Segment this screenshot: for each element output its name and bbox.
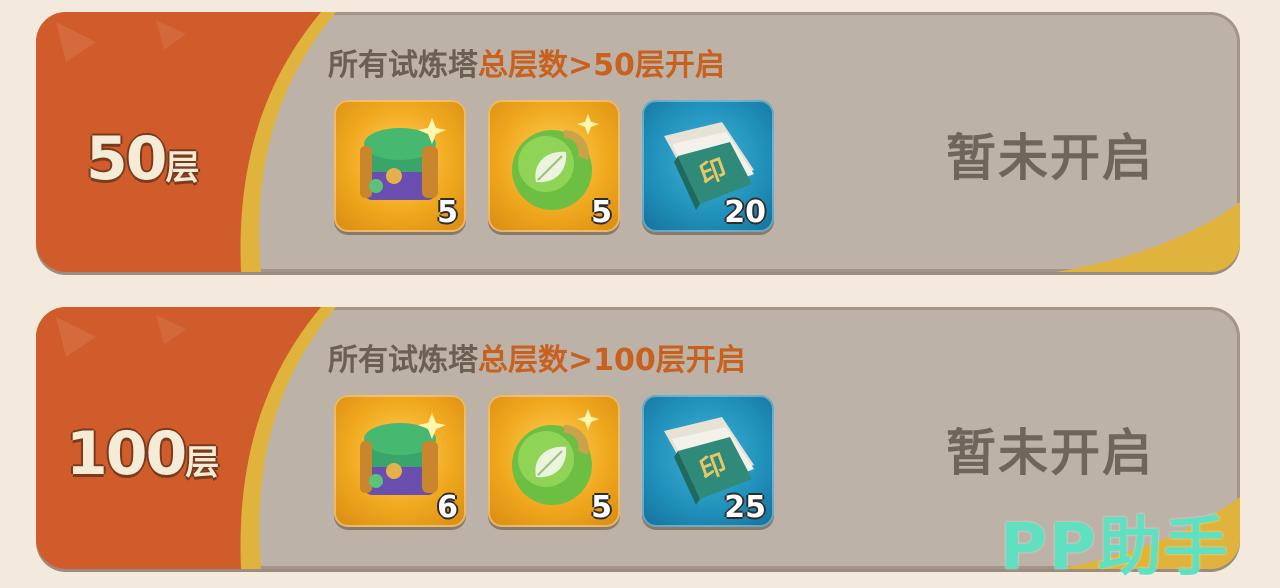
reward-list: 5 5 印 20 — [334, 100, 774, 232]
condition-prefix: 所有试炼塔 — [328, 48, 478, 83]
reward-item[interactable]: 6 — [334, 395, 466, 527]
reward-count: 5 — [437, 195, 458, 230]
floor-unit: 层 — [185, 443, 220, 483]
reward-item[interactable]: 5 — [488, 100, 620, 232]
floor-unit: 层 — [165, 148, 200, 188]
tier-floor-label: 100层 — [66, 419, 219, 489]
reward-count: 6 — [437, 490, 458, 525]
reward-count: 5 — [591, 490, 612, 525]
status-label: 暂未开启 — [946, 424, 1154, 482]
unlock-condition: 所有试炼塔总层数>100层开启 — [328, 335, 746, 379]
reward-item[interactable]: 印 20 — [642, 100, 774, 232]
reward-item[interactable]: 5 — [334, 100, 466, 232]
reward-item[interactable]: 印 25 — [642, 395, 774, 527]
reward-count: 20 — [724, 195, 766, 230]
floor-number: 50 — [86, 124, 167, 194]
status-label: 暂未开启 — [946, 129, 1154, 187]
condition-highlight: 总层数>100层开启 — [478, 343, 746, 378]
unlock-condition: 所有试炼塔总层数>50层开启 — [328, 40, 725, 84]
floor-number: 100 — [66, 419, 187, 489]
reward-list: 6 5 印 25 — [334, 395, 774, 527]
reward-count: 5 — [591, 195, 612, 230]
reward-count: 25 — [724, 490, 766, 525]
tier-card-50: 50层 所有试炼塔总层数>50层开启 5 5 印 20 暂未开启 — [36, 12, 1240, 272]
condition-highlight: 总层数>50层开启 — [478, 48, 725, 83]
reward-item[interactable]: 5 — [488, 395, 620, 527]
watermark-logo: PP助手 — [1000, 511, 1230, 585]
condition-prefix: 所有试炼塔 — [328, 343, 478, 378]
tier-floor-label: 50层 — [86, 124, 200, 194]
